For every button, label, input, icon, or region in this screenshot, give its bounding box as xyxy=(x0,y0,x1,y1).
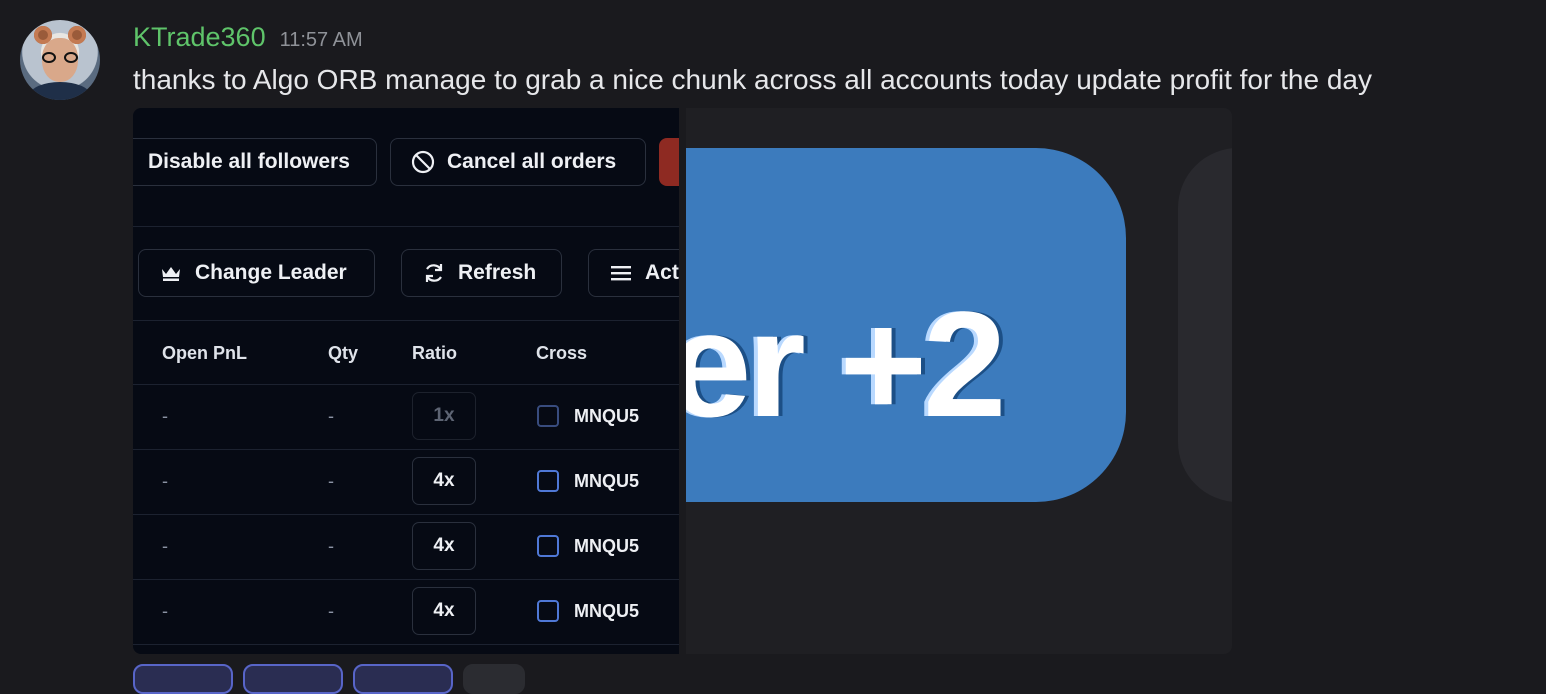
message-text: thanks to Algo ORB manage to grab a nice… xyxy=(133,64,1372,95)
message-timestamp[interactable]: 11:57 AM xyxy=(280,29,363,52)
open-pnl-cell: - xyxy=(162,471,168,491)
symbol-label: MNQU5 xyxy=(574,536,640,556)
change-leader-label: Change Leader xyxy=(195,261,347,284)
qty-cell: - xyxy=(328,601,334,621)
symbol-label: MNQU5 xyxy=(574,601,640,621)
header-divider xyxy=(133,384,679,385)
danger-button-partial xyxy=(659,138,679,186)
image-attachment-trading-ui[interactable]: Disable all followers Cancel all orders … xyxy=(133,108,679,654)
cross-checkbox xyxy=(537,535,559,557)
table-top-divider xyxy=(133,320,679,321)
qty-cell: - xyxy=(328,536,334,556)
toolbar-divider xyxy=(133,226,679,227)
open-pnl-cell: - xyxy=(162,406,168,426)
avatar-glasses xyxy=(42,52,78,64)
crown-icon xyxy=(159,261,183,285)
menu-icon xyxy=(609,261,633,285)
add-reaction-button[interactable] xyxy=(463,664,525,694)
cross-checkbox xyxy=(537,405,559,427)
column-qty: Qty xyxy=(328,343,359,363)
row-divider xyxy=(133,644,679,645)
row-divider xyxy=(133,514,679,515)
qty-cell: - xyxy=(328,471,334,491)
row-divider xyxy=(133,449,679,450)
refresh-label: Refresh xyxy=(458,261,537,284)
actions-button: Act xyxy=(588,249,679,297)
symbol-label: MNQU5 xyxy=(574,471,640,491)
cross-checkbox xyxy=(537,600,559,622)
cross-checkbox xyxy=(537,470,559,492)
reaction-button[interactable] xyxy=(243,664,343,694)
column-open-pnl: Open PnL xyxy=(162,343,247,363)
badge-pill: er +2 xyxy=(686,148,1126,502)
disable-all-followers-label: Disable all followers xyxy=(148,150,350,173)
refresh-button: Refresh xyxy=(401,249,562,297)
row-divider xyxy=(133,579,679,580)
user-avatar[interactable] xyxy=(20,20,100,100)
reaction-button[interactable] xyxy=(353,664,453,694)
chat-message: KTrade360 11:57 AM thanks to Algo ORB ma… xyxy=(0,0,1546,694)
column-cross: Cross xyxy=(536,343,588,363)
reactions-bar xyxy=(133,664,525,694)
qty-cell: - xyxy=(328,406,334,426)
message-header: KTrade360 11:57 AM xyxy=(133,22,363,56)
cancel-all-orders-label: Cancel all orders xyxy=(447,150,617,173)
image-attachment-zoomed-badge[interactable]: er +2 xyxy=(686,108,1232,654)
ratio-input: 4x xyxy=(412,522,476,570)
reaction-button[interactable] xyxy=(133,664,233,694)
refresh-icon xyxy=(422,261,446,285)
actions-label: Act xyxy=(645,261,679,284)
ratio-input: 4x xyxy=(412,587,476,635)
change-leader-button: Change Leader xyxy=(138,249,375,297)
disable-all-followers-button: Disable all followers xyxy=(133,138,377,186)
ratio-input: 4x xyxy=(412,457,476,505)
open-pnl-cell: - xyxy=(162,536,168,556)
cancel-all-orders-button: Cancel all orders xyxy=(390,138,646,186)
column-ratio: Ratio xyxy=(412,343,457,363)
avatar-shirt xyxy=(30,82,90,100)
username[interactable]: KTrade360 xyxy=(133,22,266,53)
ban-icon xyxy=(411,150,435,174)
symbol-label: MNQU5 xyxy=(574,406,640,426)
adjacent-pill-partial xyxy=(1178,148,1232,502)
open-pnl-cell: - xyxy=(162,601,168,621)
badge-text: er +2 xyxy=(686,280,1006,448)
ratio-input: 1x xyxy=(412,392,476,440)
